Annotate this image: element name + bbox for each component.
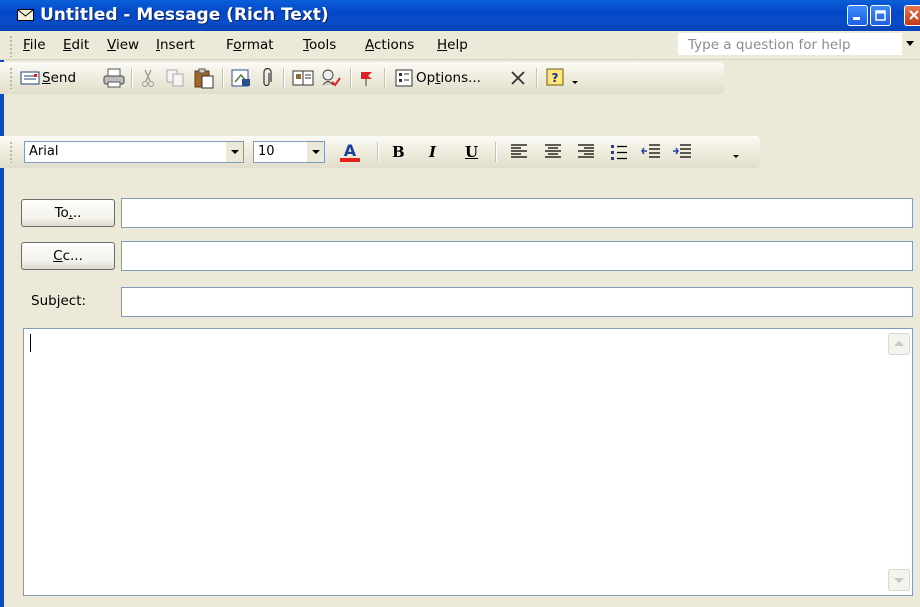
subject-field[interactable] (121, 287, 913, 317)
flag-icon (358, 68, 376, 88)
paste-icon (193, 67, 215, 89)
envelope-icon (17, 9, 34, 21)
window-border (0, 31, 4, 607)
close-button[interactable] (904, 5, 920, 26)
maximize-button[interactable] (870, 5, 891, 26)
menu-grip[interactable] (9, 35, 13, 57)
decrease-indent-button[interactable] (641, 141, 661, 163)
chevron-down-icon[interactable] (307, 142, 324, 162)
insert-file-icon (230, 68, 252, 88)
toolbar-grip[interactable] (9, 67, 13, 89)
menu-file[interactable]: File (23, 37, 46, 53)
chevron-down-icon (732, 142, 740, 162)
bullets-icon (610, 143, 628, 161)
scroll-down-button[interactable] (888, 569, 910, 591)
scroll-up-button[interactable] (888, 333, 910, 355)
toolbar-separator (384, 68, 386, 88)
to-button[interactable]: To... (21, 199, 115, 227)
text-caret (30, 334, 31, 352)
message-window: Untitled - Message (Rich Text) File Edit… (0, 0, 920, 607)
options-button[interactable]: Options... (394, 67, 481, 89)
menu-help[interactable]: Help (437, 37, 468, 53)
cc-field[interactable] (121, 241, 913, 271)
options-icon (394, 68, 414, 88)
title-bar[interactable]: Untitled - Message (Rich Text) (0, 0, 920, 31)
center-button[interactable] (544, 141, 562, 163)
toolbar-separator (131, 68, 133, 88)
maximize-icon (875, 10, 886, 21)
menu-format[interactable]: Format (226, 37, 274, 53)
font-color-button[interactable]: A (338, 141, 362, 163)
delete-icon (508, 68, 528, 88)
toolbar-separator (536, 68, 538, 88)
svg-text:?: ? (552, 71, 559, 85)
attachment-icon (260, 68, 274, 88)
font-size-value: 10 (258, 144, 275, 159)
window-title: Untitled - Message (Rich Text) (40, 5, 329, 25)
check-names-button[interactable] (320, 67, 342, 89)
minimize-icon (853, 17, 860, 20)
increase-indent-button[interactable] (672, 141, 692, 163)
bullets-button[interactable] (610, 141, 628, 163)
standard-toolbar: Send Options... ? (0, 62, 724, 94)
chevron-down-icon (571, 68, 579, 88)
address-book-icon (292, 68, 314, 88)
subject-label: Subject: (31, 293, 87, 309)
toolbar-separator (222, 68, 224, 88)
delete-button[interactable] (508, 67, 528, 89)
paste-button[interactable] (193, 67, 215, 89)
font-size-select[interactable]: 10 (253, 141, 325, 163)
menu-actions[interactable]: Actions (365, 37, 414, 53)
menu-view[interactable]: View (107, 37, 139, 53)
send-icon (20, 70, 40, 86)
cc-button[interactable]: Cc... (21, 242, 115, 270)
minimize-button[interactable] (847, 5, 868, 26)
flag-button[interactable] (358, 67, 376, 89)
font-name-select[interactable]: Arial (24, 141, 244, 163)
chevron-down-icon[interactable] (226, 142, 243, 162)
cut-icon (139, 68, 157, 88)
insert-file-button[interactable] (230, 67, 252, 89)
toolbar-separator (283, 68, 285, 88)
toolbar-separator (495, 142, 497, 162)
align-left-icon (510, 143, 528, 161)
print-button[interactable] (103, 67, 125, 89)
italic-button[interactable]: I (429, 142, 436, 162)
check-names-icon (320, 68, 342, 88)
increase-indent-icon (672, 143, 692, 161)
toolbar-separator (377, 142, 379, 162)
attach-button[interactable] (260, 67, 274, 89)
toolbar-grip[interactable] (9, 141, 13, 163)
bold-button[interactable]: B (392, 142, 405, 162)
menu-insert[interactable]: Insert (156, 37, 195, 53)
font-name-value: Arial (29, 144, 59, 159)
cut-button[interactable] (139, 67, 157, 89)
menu-edit[interactable]: Edit (63, 37, 89, 53)
address-book-button[interactable] (292, 67, 314, 89)
to-field[interactable] (121, 198, 913, 228)
font-color-icon: A (338, 141, 362, 163)
formatting-toolbar: Arial 10 A B I U (0, 136, 760, 168)
toolbar-options-button[interactable] (571, 67, 579, 89)
underline-button[interactable]: U (465, 142, 478, 162)
send-button[interactable]: Send (20, 67, 76, 89)
help-icon: ? (545, 67, 567, 89)
close-icon (909, 10, 919, 20)
center-icon (544, 143, 562, 161)
toolbar-separator (350, 68, 352, 88)
menu-tools[interactable]: Tools (303, 37, 336, 53)
help-button[interactable]: ? (545, 67, 567, 89)
decrease-indent-icon (641, 143, 661, 161)
print-icon (103, 68, 125, 88)
help-dropdown-icon[interactable] (906, 41, 914, 46)
toolbar-options-button[interactable] (732, 141, 740, 163)
help-search-input[interactable]: Type a question for help (678, 33, 902, 55)
align-right-button[interactable] (577, 141, 595, 163)
copy-button[interactable] (165, 67, 185, 89)
copy-icon (165, 68, 185, 88)
align-left-button[interactable] (510, 141, 528, 163)
align-right-icon (577, 143, 595, 161)
message-body[interactable] (23, 328, 913, 596)
svg-text:A: A (344, 141, 357, 160)
